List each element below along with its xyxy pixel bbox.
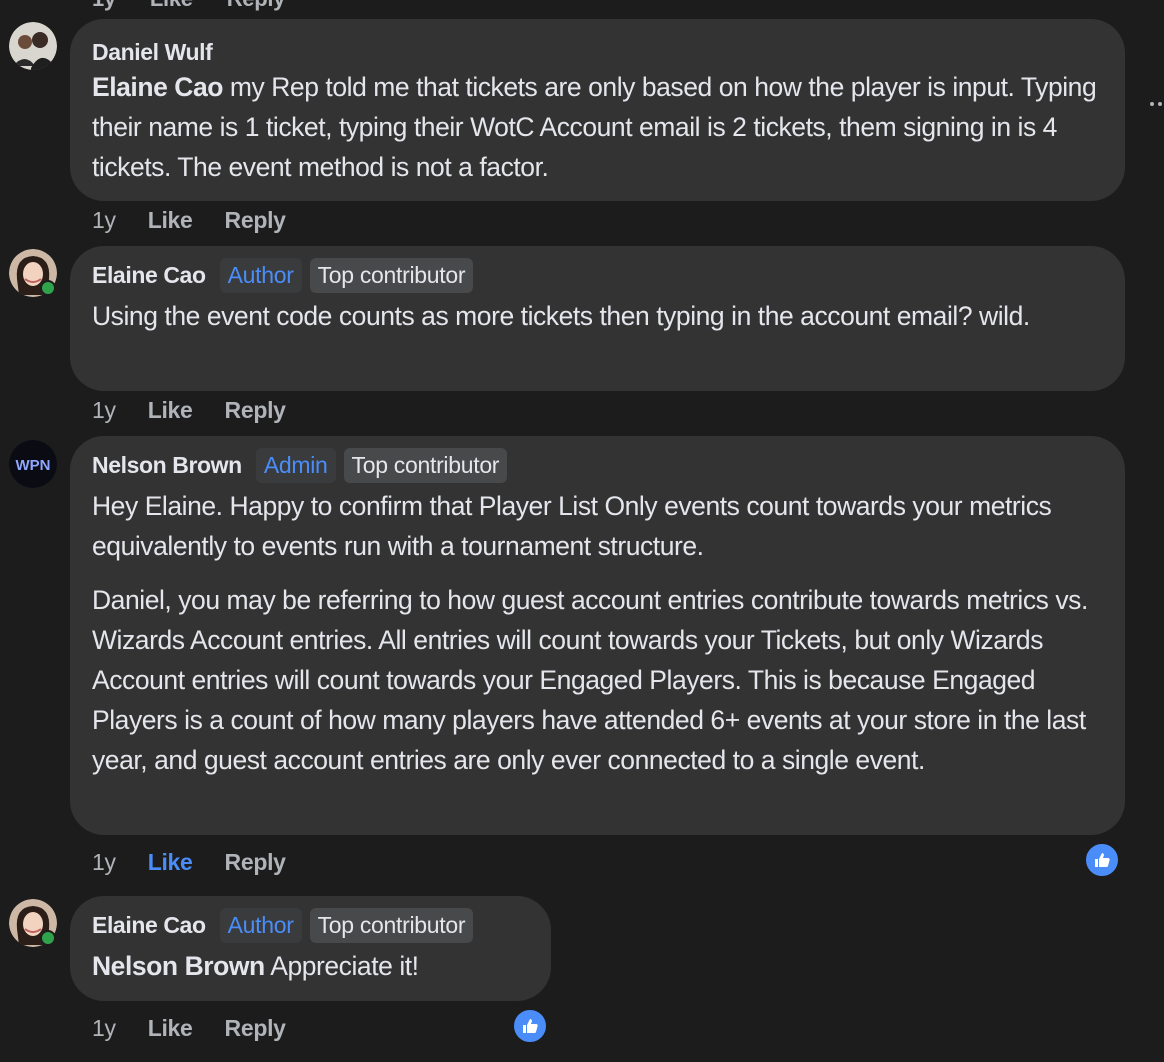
- previous-like-button[interactable]: Like: [150, 0, 193, 11]
- comment-author[interactable]: Elaine Cao: [92, 262, 206, 289]
- like-button[interactable]: Like: [148, 1015, 193, 1042]
- avatar[interactable]: [9, 249, 57, 297]
- admin-badge: Admin: [255, 447, 336, 483]
- reply-button[interactable]: Reply: [225, 849, 286, 876]
- avatar[interactable]: [9, 22, 57, 70]
- comment-time[interactable]: 1y: [92, 849, 116, 876]
- like-button[interactable]: Like: [148, 849, 193, 876]
- comment-paragraph: Daniel, you may be referring to how gues…: [92, 585, 1088, 775]
- reply-button[interactable]: Reply: [225, 1015, 286, 1042]
- comment-time[interactable]: 1y: [92, 1015, 116, 1042]
- top-contributor-badge: Top contributor: [309, 257, 474, 293]
- author-badge: Author: [219, 257, 302, 293]
- more-options-icon[interactable]: [1148, 96, 1164, 106]
- comment-time[interactable]: 1y: [92, 397, 116, 424]
- comment-paragraph: Hey Elaine. Happy to confirm that Player…: [92, 491, 1052, 561]
- previous-reply-button[interactable]: Reply: [227, 0, 286, 11]
- like-reaction-icon[interactable]: [512, 1008, 548, 1044]
- mention-link[interactable]: Nelson Brown: [92, 951, 265, 981]
- top-contributor-badge: Top contributor: [343, 447, 508, 483]
- avatar-photo-icon: [9, 22, 57, 70]
- comment-bubble: Nelson Brown Admin Top contributor Hey E…: [70, 436, 1125, 835]
- comment-author[interactable]: Daniel Wulf: [92, 39, 213, 66]
- comment-text: Hey Elaine. Happy to confirm that Player…: [92, 486, 1103, 780]
- comment-bubble: Elaine Cao Author Top contributor Nelson…: [70, 896, 551, 1001]
- comment-text: Elaine Cao my Rep told me that tickets a…: [92, 67, 1103, 187]
- comment-actions: 1y Like Reply: [92, 1015, 286, 1042]
- online-status-icon: [40, 280, 56, 296]
- comment-body: Using the event code counts as more tick…: [92, 301, 1030, 331]
- avatar-logo-text: WPN: [16, 457, 51, 474]
- author-badge: Author: [219, 907, 302, 943]
- comment-body: Appreciate it!: [264, 951, 419, 981]
- comment-time[interactable]: 1y: [92, 207, 116, 234]
- like-button[interactable]: Like: [148, 207, 193, 234]
- comment-bubble: Daniel Wulf Elaine Cao my Rep told me th…: [70, 19, 1125, 201]
- comment-text: Nelson Brown Appreciate it!: [92, 946, 529, 986]
- mention-link[interactable]: Elaine Cao: [92, 72, 223, 102]
- comment-actions: 1y Like Reply: [92, 849, 286, 876]
- comment-body: my Rep told me that tickets are only bas…: [92, 72, 1097, 182]
- top-contributor-badge: Top contributor: [309, 907, 474, 943]
- previous-comment-actions: 1y Like Reply: [92, 0, 319, 11]
- comment-actions: 1y Like Reply: [92, 207, 286, 234]
- avatar[interactable]: WPN: [9, 440, 57, 488]
- like-reaction-icon[interactable]: [1084, 842, 1120, 878]
- avatar[interactable]: [9, 899, 57, 947]
- comment-bubble: Elaine Cao Author Top contributor Using …: [70, 246, 1125, 391]
- comment-author[interactable]: Nelson Brown: [92, 452, 242, 479]
- online-status-icon: [40, 930, 56, 946]
- reply-button[interactable]: Reply: [225, 207, 286, 234]
- previous-comment-time: 1y: [92, 0, 116, 11]
- comment-author[interactable]: Elaine Cao: [92, 912, 206, 939]
- comment-actions: 1y Like Reply: [92, 397, 286, 424]
- like-button[interactable]: Like: [148, 397, 193, 424]
- wpn-logo-icon: WPN: [9, 440, 57, 488]
- reply-button[interactable]: Reply: [225, 397, 286, 424]
